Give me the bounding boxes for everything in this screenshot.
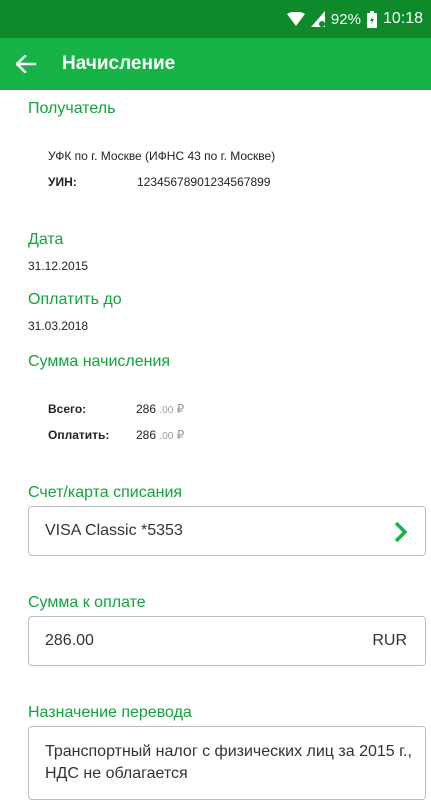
account-value: VISA Classic *5353 (45, 522, 183, 539)
wifi-icon (286, 12, 305, 26)
pay-label: Оплатить: (48, 428, 110, 442)
purpose-line-2: НДС не облагается (45, 765, 188, 782)
sum-to-pay-input[interactable]: 286.00 RUR (28, 616, 426, 666)
ruble-sign: ₽ (176, 402, 185, 416)
purpose-heading: Назначение перевода (28, 704, 192, 721)
battery-icon (366, 10, 377, 28)
sum-to-pay-value: 286.00 (45, 632, 94, 649)
amount-heading: Сумма начисления (28, 353, 171, 370)
pay-by-value: 31.03.2018 (28, 319, 89, 333)
status-bar: 92% 10:18 (0, 0, 431, 38)
account-heading: Счет/карта списания (28, 484, 183, 501)
recipient-name: УФК по г. Москве (ИФНС 43 по г. Москве) (48, 149, 276, 163)
currency-label: RUR (372, 632, 407, 649)
total-value: 286 (136, 402, 157, 416)
back-arrow-icon[interactable] (16, 48, 48, 80)
ruble-sign: ₽ (176, 428, 185, 442)
total-amount: 286 .00 ₽ (136, 402, 184, 416)
purpose-textarea[interactable]: Транспортный налог с физических лиц за 2… (28, 726, 426, 800)
pay-value: 286 (136, 428, 157, 442)
battery-percent: 92% (330, 10, 361, 28)
pay-decimals: .00 (159, 431, 174, 442)
page-title: Начисление (62, 53, 176, 74)
sum-to-pay-heading: Сумма к оплате (28, 594, 146, 611)
chevron-right-icon[interactable] (393, 520, 409, 549)
account-selector[interactable]: VISA Classic *5353 (28, 506, 426, 556)
no-sim-icon (310, 11, 325, 27)
date-value: 31.12.2015 (28, 259, 89, 273)
uin-label: УИН: (48, 175, 77, 189)
total-decimals: .00 (159, 405, 174, 416)
pay-by-heading: Оплатить до (28, 291, 122, 308)
total-label: Всего: (48, 402, 87, 416)
date-heading: Дата (28, 231, 64, 248)
uin-value: 12345678901234567899 (137, 175, 271, 189)
clock: 10:18 (382, 10, 423, 27)
app-bar: Начисление (0, 38, 431, 90)
purpose-line-1: Транспортный налог с физических лиц за 2… (45, 743, 412, 760)
recipient-heading: Получатель (28, 100, 116, 117)
pay-amount: 286 .00 ₽ (136, 428, 184, 442)
